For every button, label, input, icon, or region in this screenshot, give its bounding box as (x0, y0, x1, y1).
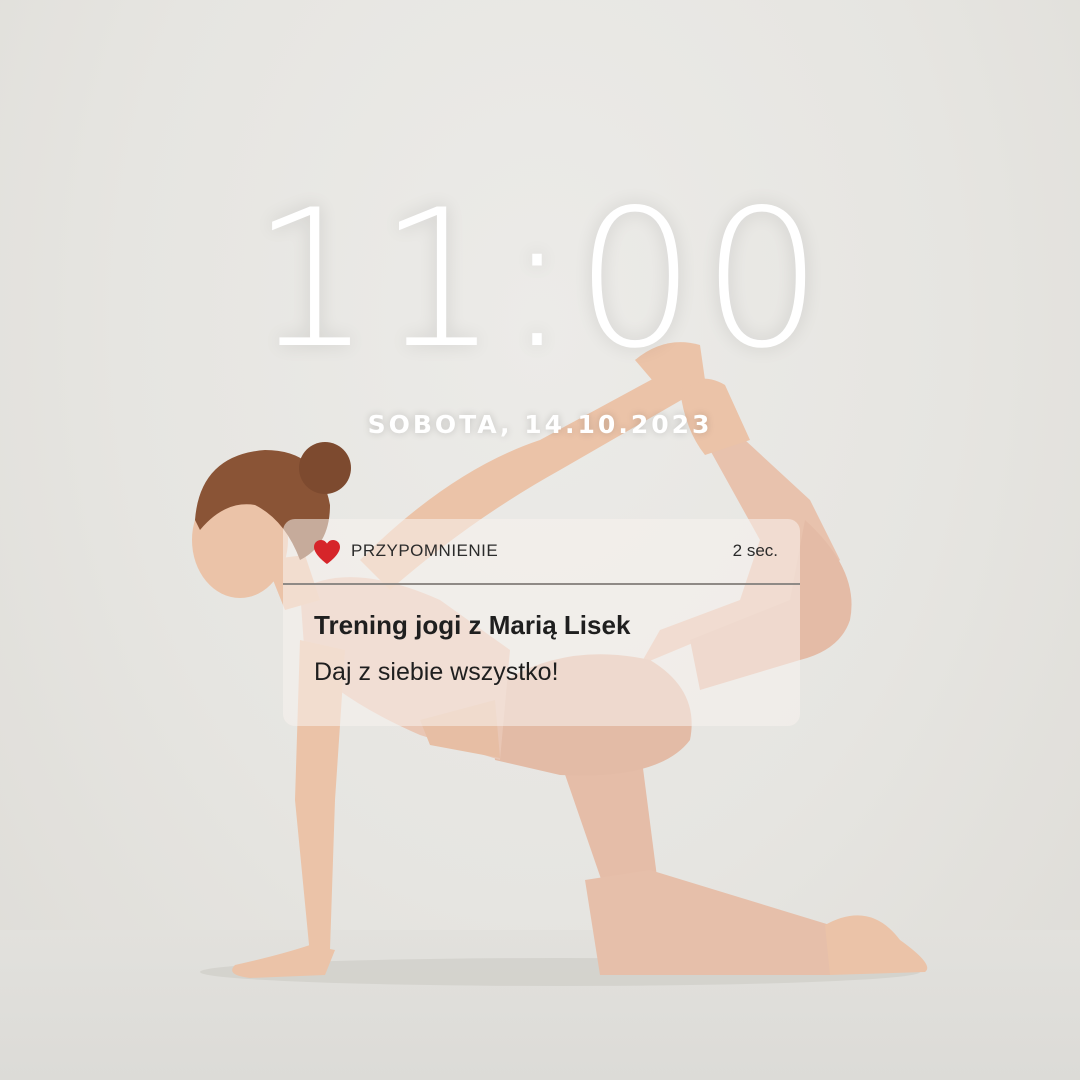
notification-header: PRZYPOMNIENIE 2 sec. (283, 519, 800, 585)
lockscreen-date: SOBOTA, 14.10.2023 (367, 410, 713, 439)
notification-title: Trening jogi z Marią Lisek (314, 610, 631, 640)
lockscreen-clock: 11:00 (251, 169, 829, 390)
notification-time: 2 sec. (732, 541, 778, 560)
heart-icon (314, 540, 340, 564)
notification-body: Daj z siebie wszystko! (314, 658, 559, 686)
notification-app-name: PRZYPOMNIENIE (351, 541, 499, 560)
notification-card[interactable]: PRZYPOMNIENIE 2 sec. Trening jogi z Mari… (283, 519, 800, 726)
